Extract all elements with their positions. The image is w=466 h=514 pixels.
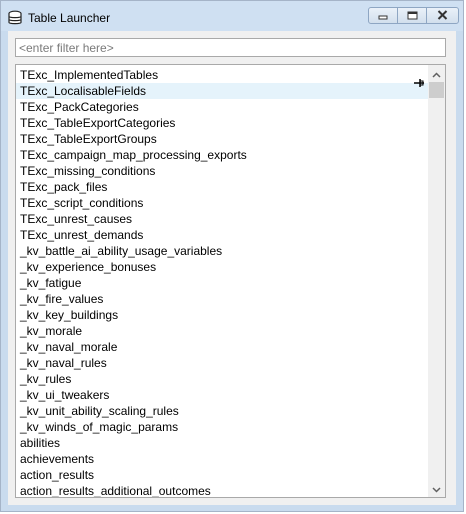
- list-item[interactable]: TExc_campaign_map_processing_exports: [16, 147, 428, 163]
- client-area: TExc_ImplementedTablesTExc_LocalisableFi…: [8, 31, 456, 505]
- minimize-icon: [378, 7, 388, 25]
- list-item[interactable]: abilities: [16, 435, 428, 451]
- list-item[interactable]: TExc_unrest_demands: [16, 227, 428, 243]
- window-title: Table Launcher: [28, 11, 111, 25]
- chevron-down-icon: [432, 480, 441, 498]
- close-button[interactable]: [426, 7, 459, 24]
- database-icon: [7, 10, 23, 26]
- list-item[interactable]: action_results_additional_outcomes: [16, 483, 428, 497]
- list-item[interactable]: TExc_script_conditions: [16, 195, 428, 211]
- list-item[interactable]: _kv_key_buildings: [16, 307, 428, 323]
- vertical-scrollbar[interactable]: [428, 65, 445, 497]
- list-item[interactable]: TExc_ImplementedTables: [16, 67, 428, 83]
- list-item[interactable]: _kv_battle_ai_ability_usage_variables: [16, 243, 428, 259]
- list-item[interactable]: action_results: [16, 467, 428, 483]
- list-item[interactable]: _kv_naval_morale: [16, 339, 428, 355]
- list-item[interactable]: achievements: [16, 451, 428, 467]
- minimize-button[interactable]: [368, 7, 398, 24]
- scroll-up-button[interactable]: [428, 65, 445, 82]
- list-item[interactable]: TExc_LocalisableFields: [16, 83, 428, 99]
- list-item[interactable]: _kv_experience_bonuses: [16, 259, 428, 275]
- list-item[interactable]: TExc_missing_conditions: [16, 163, 428, 179]
- list-item[interactable]: TExc_PackCategories: [16, 99, 428, 115]
- maximize-icon: [407, 7, 418, 25]
- list-item[interactable]: _kv_winds_of_magic_params: [16, 419, 428, 435]
- list-item[interactable]: _kv_fire_values: [16, 291, 428, 307]
- list-item[interactable]: _kv_fatigue: [16, 275, 428, 291]
- close-icon: [437, 7, 448, 25]
- maximize-button[interactable]: [397, 7, 427, 24]
- list-item[interactable]: TExc_TableExportGroups: [16, 131, 428, 147]
- caption-buttons: [368, 7, 459, 24]
- table-list[interactable]: TExc_ImplementedTables TExc_LocalisableFi…: [15, 64, 446, 498]
- list-item[interactable]: _kv_ui_tweakers: [16, 387, 428, 403]
- list-item[interactable]: TExc_pack_files: [16, 179, 428, 195]
- list-item[interactable]: _kv_unit_ability_scaling_rules: [16, 403, 428, 419]
- table-list-items: TExc_ImplementedTables TExc_LocalisableFi…: [16, 67, 428, 497]
- list-item[interactable]: TExc_unrest_causes: [16, 211, 428, 227]
- table-launcher-window: Table Launcher TExc_ImplementedTables: [0, 0, 464, 512]
- filter-input[interactable]: [15, 38, 446, 57]
- list-item[interactable]: _kv_morale: [16, 323, 428, 339]
- title-bar[interactable]: Table Launcher: [1, 1, 463, 31]
- list-item[interactable]: _kv_naval_rules: [16, 355, 428, 371]
- scrollbar-thumb[interactable]: [429, 82, 444, 98]
- scroll-down-button[interactable]: [428, 480, 445, 497]
- cursor-icon: [413, 75, 425, 87]
- list-item[interactable]: TExc_TableExportCategories: [16, 115, 428, 131]
- chevron-up-icon: [432, 65, 441, 83]
- list-item[interactable]: _kv_rules: [16, 371, 428, 387]
